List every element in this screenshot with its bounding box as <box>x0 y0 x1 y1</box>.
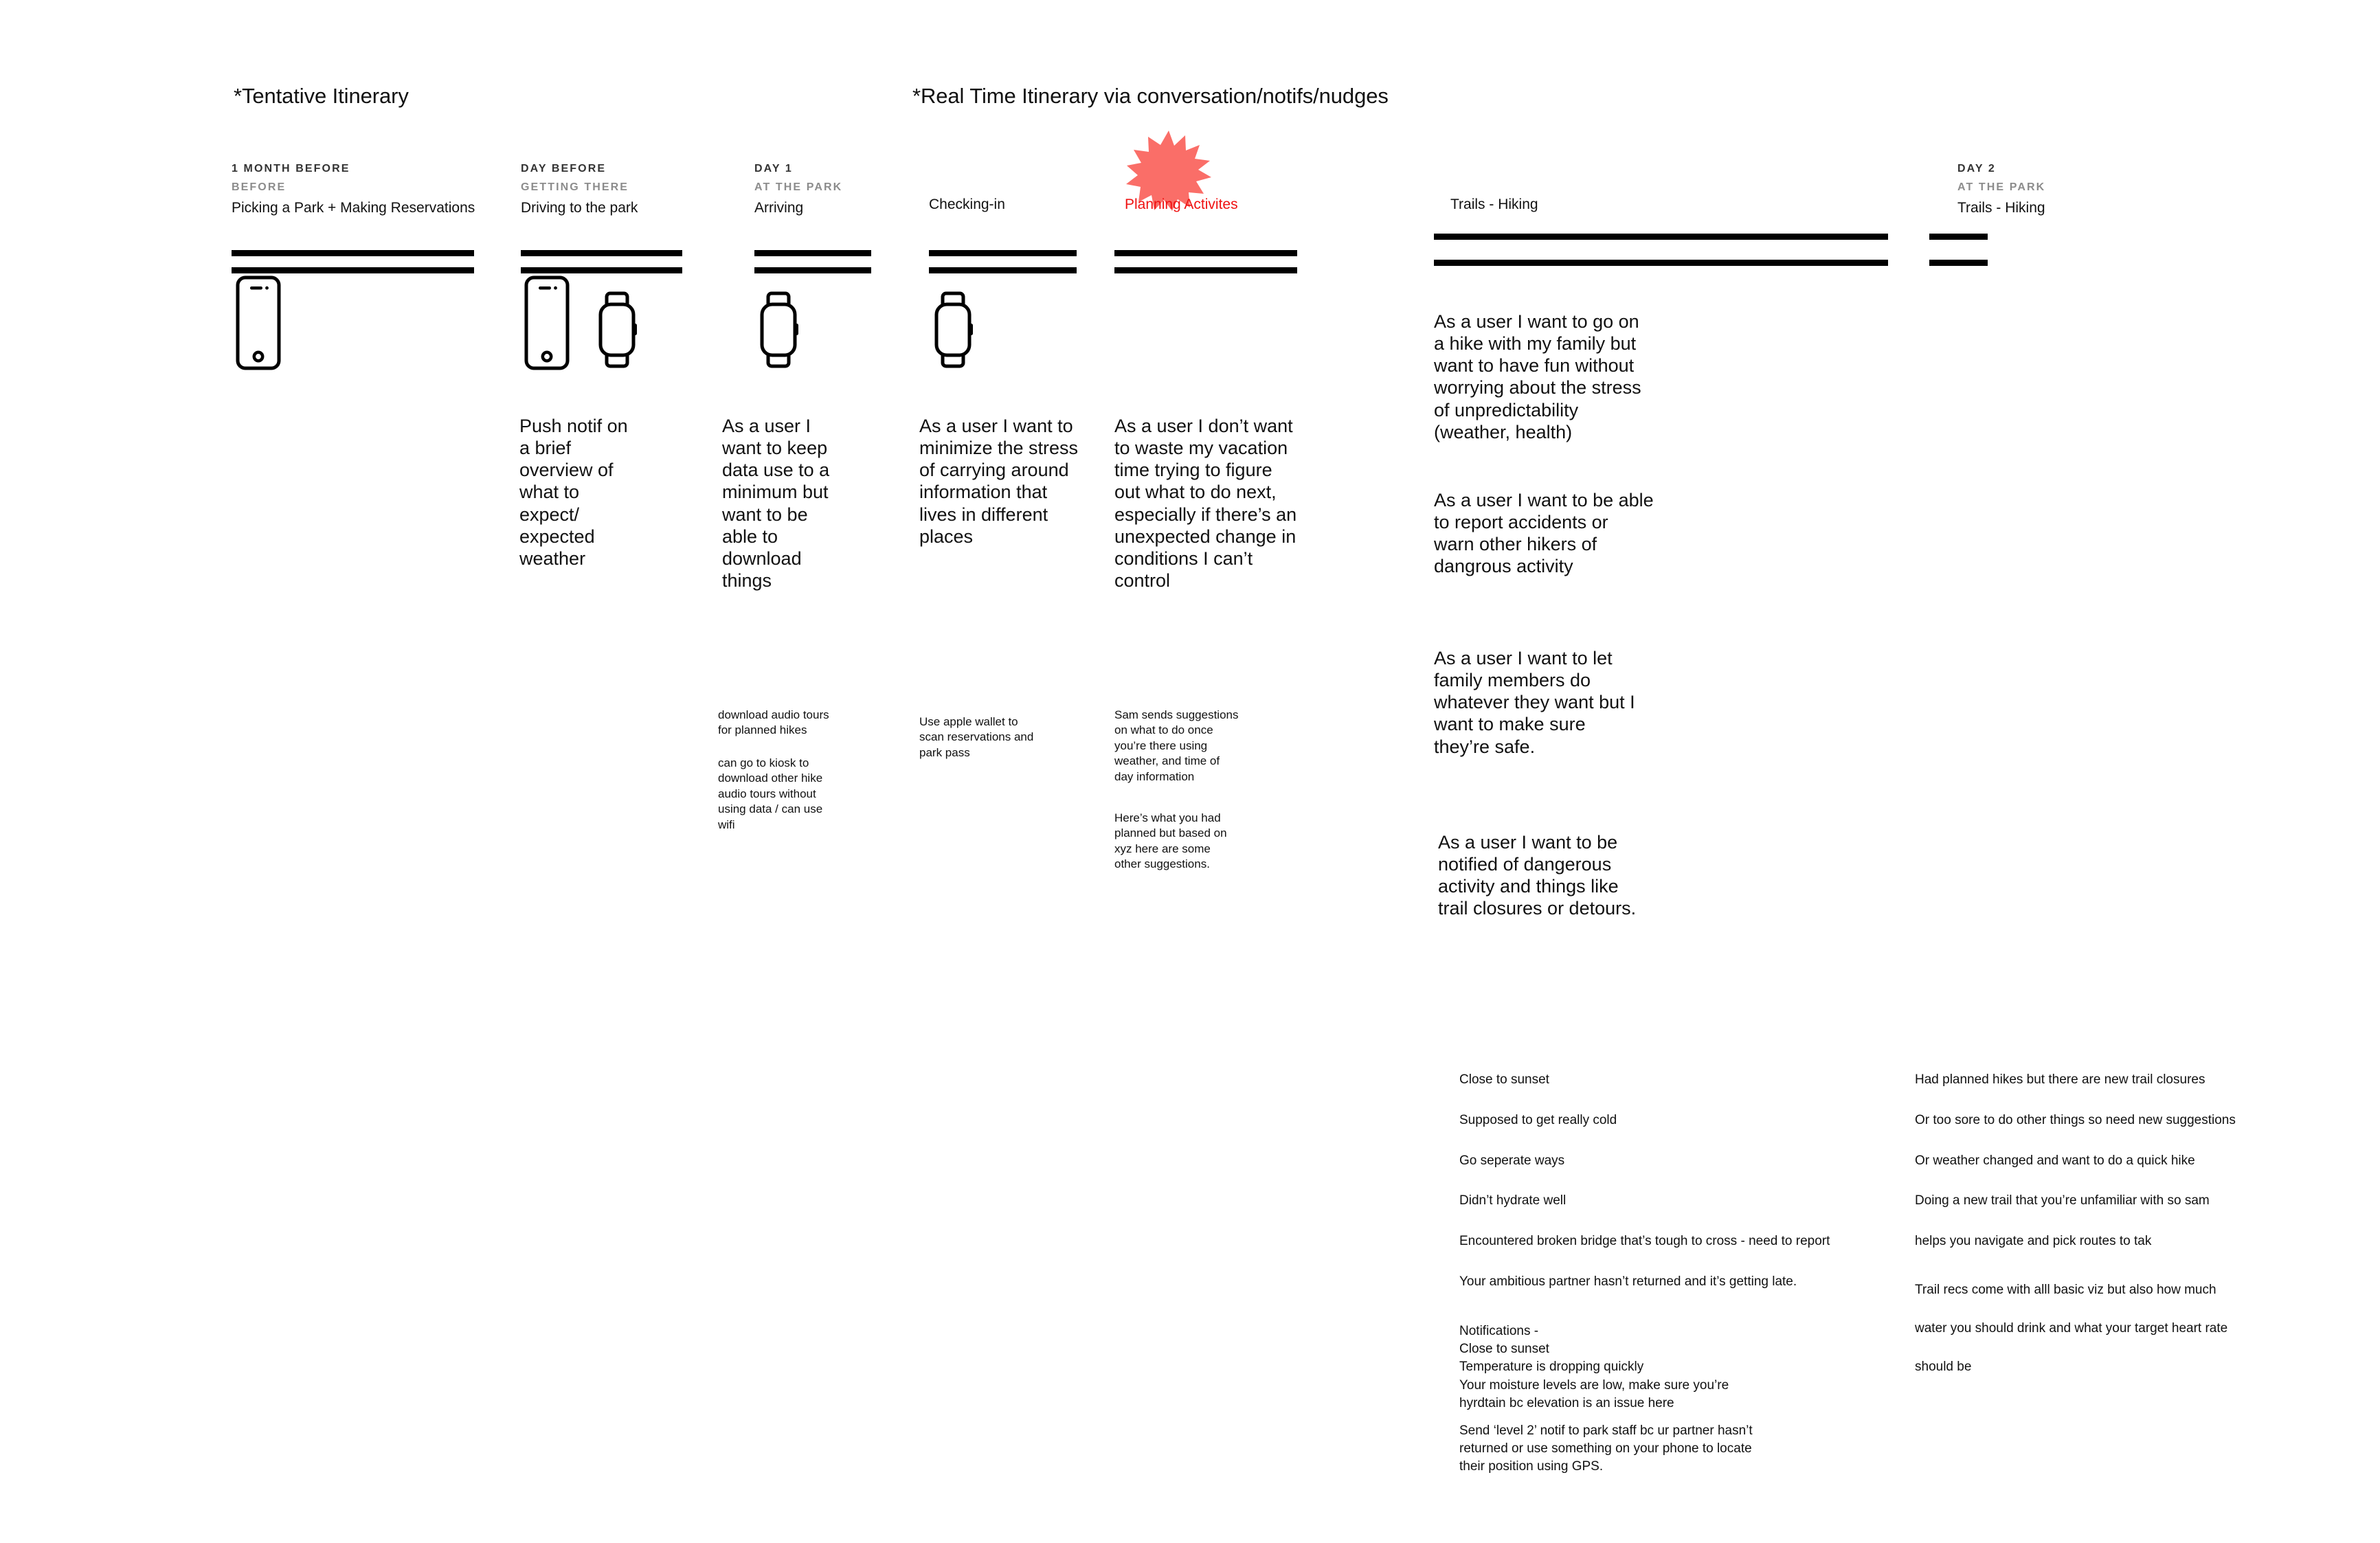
note-apple-wallet: Use apple wallet to scan reservations an… <box>919 715 1034 759</box>
list-item: Go seperate ways <box>1459 1153 1565 1168</box>
phase-kicker: 1 MONTH BEFORE <box>232 163 350 174</box>
list-item: Or weather changed and want to do a quic… <box>1915 1153 2195 1168</box>
page-title-tentative-itinerary: *Tentative Itinerary <box>234 84 409 108</box>
list-item: helps you navigate and pick routes to ta… <box>1915 1234 2152 1248</box>
phone-icon <box>236 275 281 370</box>
column-header-checking-in: Checking-in <box>929 196 1005 213</box>
column-header-trails-hiking: Trails - Hiking <box>1450 196 1538 213</box>
phase-name: Planning Activites <box>1125 196 1238 212</box>
phase-name: Driving to the park <box>521 200 638 216</box>
divider-rule <box>754 267 871 273</box>
note-alternate-suggestions: Here’s what you had planned but based on… <box>1114 811 1227 871</box>
phase-name: Trails - Hiking <box>1957 200 2045 216</box>
story-trails-hike-family: As a user I want to go on a hike with my… <box>1434 311 1641 442</box>
list-item: Close to sunset <box>1459 1072 1549 1087</box>
column-header-day-2: DAY 2 AT THE PARK Trails - Hiking <box>1957 163 2045 216</box>
divider-rule <box>754 250 871 256</box>
divider-rule <box>1434 260 1888 266</box>
phase-subkicker: GETTING THERE <box>521 181 629 193</box>
phase-kicker: DAY 2 <box>1957 163 1996 174</box>
note-sam-suggestions: Sam sends suggestions on what to do once… <box>1114 708 1239 783</box>
list-item: Or too sore to do other things so need n… <box>1915 1112 2236 1127</box>
note-download-audio-tours: download audio tours for planned hikes <box>718 708 829 737</box>
divider-rule <box>232 250 474 256</box>
scenario-list-left: Close to sunset Supposed to get really c… <box>1459 1072 1830 1290</box>
divider-rule <box>521 250 682 256</box>
whiteboard-canvas: *Tentative Itinerary *Real Time Itinerar… <box>0 0 2380 1543</box>
phase-kicker: DAY BEFORE <box>521 163 607 174</box>
story-trails-report-accidents: As a user I want to be able to report ac… <box>1434 490 1654 577</box>
story-trails-family-safety: As a user I want to let family members d… <box>1434 648 1635 757</box>
notifications-block: Notifications - Close to sunset Temperat… <box>1459 1324 1729 1410</box>
list-item: Had planned hikes but there are new trai… <box>1915 1072 2205 1087</box>
story-arriving: As a user I want to keep data use to a m… <box>722 416 830 591</box>
list-item: Doing a new trail that you’re unfamiliar… <box>1915 1193 2210 1208</box>
story-day-before: Push notif on a brief overview of what t… <box>519 416 628 569</box>
watch-icon <box>760 291 798 368</box>
divider-rule <box>1434 234 1888 240</box>
watch-icon <box>598 291 637 368</box>
phase-subkicker: BEFORE <box>232 181 287 193</box>
list-item: should be <box>1915 1359 1972 1374</box>
scenario-list-right: Had planned hikes but there are new trai… <box>1915 1072 2236 1250</box>
column-header-1-month-before: 1 MONTH BEFORE BEFORE Picking a Park + M… <box>232 163 475 216</box>
divider-rule <box>1114 250 1297 256</box>
divider-rule <box>929 267 1077 273</box>
list-item: Didn’t hydrate well <box>1459 1193 1567 1208</box>
phase-name: Checking-in <box>929 196 1005 212</box>
divider-rule <box>1929 234 1988 240</box>
story-planning-activities: As a user I don’t want to waste my vacat… <box>1114 416 1297 591</box>
phase-subkicker: AT THE PARK <box>754 181 843 193</box>
story-checking-in: As a user I want to minimize the stress … <box>919 416 1079 547</box>
notifications-escalation-block: Send ‘level 2’ notif to park staff bc ur… <box>1459 1423 1753 1474</box>
phase-name: Arriving <box>754 200 804 216</box>
divider-rule <box>1929 260 1988 266</box>
trail-recs-block: Trail recs come with alll basic viz but … <box>1915 1282 2227 1375</box>
list-item: Encountered broken bridge that’s tough t… <box>1459 1234 1830 1248</box>
phone-icon <box>524 275 570 370</box>
phase-subkicker: AT THE PARK <box>1957 181 2046 193</box>
phase-name: Picking a Park + Making Reservations <box>232 200 475 216</box>
list-item: water you should drink and what your tar… <box>1915 1320 2228 1336</box>
list-item: Supposed to get really cold <box>1459 1112 1617 1127</box>
list-item: Your ambitious partner hasn’t returned a… <box>1459 1274 1797 1289</box>
divider-rule <box>521 267 682 273</box>
divider-rule <box>929 250 1077 256</box>
column-header-planning-activities: Planning Activites <box>1125 196 1238 213</box>
story-trails-dangerous-activity: As a user I want to be notified of dange… <box>1438 832 1637 919</box>
column-header-day-before: DAY BEFORE GETTING THERE Driving to the … <box>521 163 638 216</box>
phase-name: Trails - Hiking <box>1450 196 1538 212</box>
page-title-realtime-itinerary: *Real Time Itinerary via conversation/no… <box>912 84 1389 108</box>
divider-rule <box>232 267 474 273</box>
divider-rule <box>1114 267 1297 273</box>
note-kiosk-download: can go to kiosk to download other hike a… <box>718 756 823 831</box>
phase-kicker: DAY 1 <box>754 163 793 174</box>
list-item: Trail recs come with alll basic viz but … <box>1915 1283 2216 1297</box>
watch-icon <box>934 291 973 368</box>
column-header-day-1: DAY 1 AT THE PARK Arriving <box>754 163 842 216</box>
